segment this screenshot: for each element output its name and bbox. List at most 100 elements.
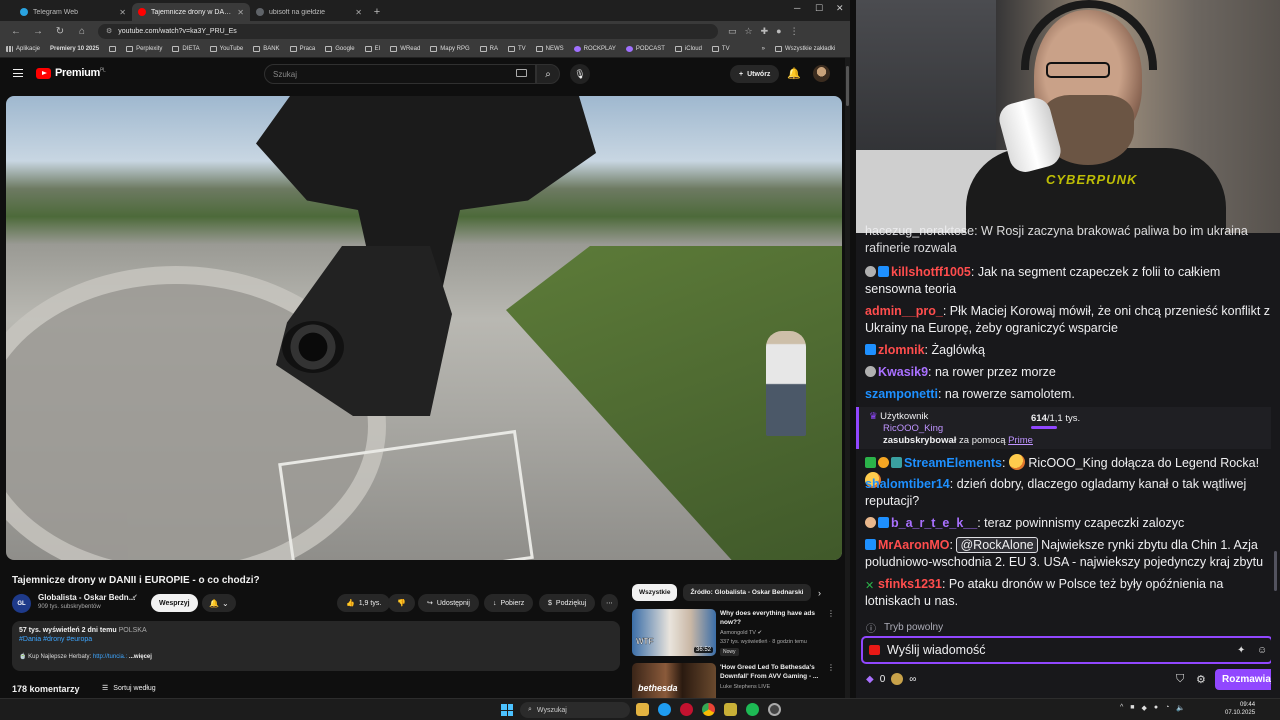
- channel-points[interactable]: ◆ 0 ∞: [866, 673, 916, 685]
- bookmark-praca[interactable]: Praca: [289, 46, 315, 52]
- create-button[interactable]: + Utwórz: [730, 65, 780, 83]
- tray-app-icon[interactable]: ◆: [1142, 704, 1147, 712]
- network-icon[interactable]: ◔: [1165, 704, 1169, 712]
- promo-link[interactable]: http://tuncia.:: [93, 654, 127, 660]
- file-explorer-icon[interactable]: [636, 703, 649, 716]
- edge-icon[interactable]: [658, 703, 671, 716]
- chat-username[interactable]: MrAaronMO: [878, 538, 950, 552]
- recommended-title[interactable]: 'How Greed Led To Bethesda's Downfall' F…: [720, 663, 820, 681]
- bookmark-tv-2[interactable]: TV: [711, 46, 730, 52]
- bookmark-icloud[interactable]: iCloud: [674, 46, 702, 52]
- bookmark-grid[interactable]: [109, 46, 117, 52]
- more-icon[interactable]: ⋮: [827, 663, 835, 672]
- chat-username[interactable]: sfinks1231: [878, 577, 942, 591]
- windows-start-icon[interactable]: [501, 704, 513, 716]
- taskbar-search[interactable]: ⌕ Wyszukaj: [520, 702, 630, 718]
- minimize-icon[interactable]: ─: [794, 3, 800, 13]
- bookmark-mapy-rpg[interactable]: Mapy RPG: [430, 46, 470, 52]
- prime-link[interactable]: Prime: [1008, 435, 1033, 446]
- show-more-button[interactable]: ...więcej: [129, 654, 152, 660]
- tray-app-icon[interactable]: ■: [1130, 704, 1134, 712]
- page-scrollbar[interactable]: [845, 58, 850, 698]
- hashtags[interactable]: #Dania #drony #europa: [19, 636, 613, 643]
- new-tab-button[interactable]: +: [368, 3, 386, 21]
- chat-username[interactable]: admin__pro_: [865, 304, 943, 318]
- recommended-video[interactable]: WTF 36:52 Why does everything have ads n…: [632, 609, 837, 661]
- bookmark-premiery[interactable]: Premiery 10 2025: [50, 46, 99, 52]
- chat-username[interactable]: zlomnik: [878, 343, 925, 357]
- volume-icon[interactable]: 🔈: [1176, 704, 1185, 712]
- sort-comments-button[interactable]: ☰ Sortuj według: [102, 684, 156, 693]
- more-actions-button[interactable]: ⋯: [601, 594, 618, 612]
- bookmark-bank[interactable]: BANK: [253, 46, 280, 52]
- address-bar[interactable]: ⚙ youtube.com/watch?v=ka3Y_PRU_Es: [98, 23, 718, 39]
- bookmark-rockplay[interactable]: ROCKPLAY: [573, 46, 616, 52]
- recommended-title[interactable]: Why does everything have ads now??: [720, 609, 820, 627]
- chat-username[interactable]: szamponetti: [865, 387, 938, 401]
- close-icon[interactable]: ✕: [237, 8, 244, 17]
- chat-scrollbar[interactable]: [1271, 233, 1280, 693]
- cast-icon[interactable]: ▭: [728, 26, 737, 37]
- extensions-icon[interactable]: ✚: [761, 26, 769, 37]
- voice-search-button[interactable]: 🎙: [570, 64, 590, 84]
- settings-gear-icon[interactable]: ⚙: [1196, 673, 1206, 686]
- hamburger-menu-icon[interactable]: [13, 69, 23, 77]
- chat-username[interactable]: StreamElements: [904, 456, 1002, 470]
- like-button[interactable]: 👍 1,9 tys.: [337, 594, 391, 612]
- bookmark-news[interactable]: NEWS: [535, 46, 564, 52]
- site-info-icon[interactable]: ⚙: [106, 27, 112, 35]
- bookmark-all[interactable]: Wszystkie zakładki: [774, 46, 835, 52]
- emote-picker-icon[interactable]: ☺: [1257, 645, 1267, 656]
- bits-icon[interactable]: ✦: [1237, 645, 1245, 656]
- youtube-logo[interactable]: PremiumPL: [36, 67, 106, 79]
- obs-icon[interactable]: [768, 703, 781, 716]
- bookmark-ei[interactable]: EI: [364, 46, 380, 52]
- share-button[interactable]: ↪ Udostępnij: [418, 594, 479, 612]
- chip-source[interactable]: Źródło: Globalista - Oskar Bednarski: [683, 584, 811, 601]
- video-description[interactable]: 57 tys. wyświetleń 2 dni temu POLSKA #Da…: [12, 621, 620, 671]
- search-input[interactable]: Szukaj: [264, 64, 536, 84]
- bookmark-apps[interactable]: Aplikacje: [6, 46, 40, 52]
- keyboard-icon[interactable]: [516, 69, 527, 77]
- taskbar-clock[interactable]: 09:44 07.10.2025: [1225, 701, 1255, 717]
- chrome-icon[interactable]: [702, 703, 715, 716]
- chat-username[interactable]: Kwasik9: [878, 365, 928, 379]
- notifications-bell-icon[interactable]: 🔔: [787, 67, 801, 80]
- tray-app-icon[interactable]: ●: [1154, 704, 1158, 712]
- bookmark-star-icon[interactable]: ☆: [745, 26, 753, 37]
- bookmark-dieta[interactable]: DIETA: [172, 46, 200, 52]
- bookmark-perplexity[interactable]: Perplexity: [126, 46, 162, 52]
- bookmark-tv[interactable]: TV: [507, 46, 526, 52]
- dislike-button[interactable]: 👎: [388, 594, 415, 612]
- bookmark-youtube[interactable]: YouTube: [209, 46, 243, 52]
- profile-icon[interactable]: ●: [776, 26, 781, 37]
- close-window-icon[interactable]: ✕: [836, 3, 844, 14]
- browser-tab-telegram[interactable]: Telegram Web ✕: [14, 3, 132, 21]
- opera-icon[interactable]: [680, 703, 693, 716]
- search-button[interactable]: ⌕: [536, 64, 560, 84]
- subscription-bell-button[interactable]: 🔔 ⌄: [202, 594, 236, 612]
- shield-icon[interactable]: ⛉: [1176, 673, 1184, 686]
- video-player[interactable]: [6, 96, 842, 560]
- bookmarks-overflow[interactable]: »: [762, 46, 765, 52]
- subscriber-name[interactable]: RicOOO_King: [883, 423, 943, 434]
- maximize-icon[interactable]: ☐: [815, 3, 823, 14]
- chevron-right-icon[interactable]: ›: [818, 588, 821, 598]
- menu-icon[interactable]: ⋮: [790, 26, 799, 37]
- chat-username[interactable]: shalomtiber14: [865, 477, 950, 491]
- bookmark-wread[interactable]: WRead: [390, 46, 420, 52]
- download-button[interactable]: ↓ Pobierz: [484, 594, 534, 612]
- video-thumbnail[interactable]: WTF 36:52: [632, 609, 716, 656]
- forward-icon[interactable]: →: [32, 26, 44, 37]
- back-icon[interactable]: ←: [10, 26, 22, 37]
- browser-tab-ubisoft[interactable]: ubisoft na giełdzie ✕: [250, 3, 368, 21]
- support-button[interactable]: Wesprzyj: [151, 594, 198, 612]
- chip-all[interactable]: Wszystkie: [632, 584, 678, 601]
- more-icon[interactable]: ⋮: [827, 609, 835, 618]
- chat-mention[interactable]: @RockAlone: [956, 537, 1038, 553]
- close-icon[interactable]: ✕: [119, 8, 126, 17]
- browser-tab-youtube[interactable]: Tajemnicze drony w DANII i ... ✕: [132, 3, 250, 21]
- bookmark-google[interactable]: Google: [325, 46, 355, 52]
- chat-input[interactable]: Wyślij wiadomość ✦ ☺: [861, 636, 1273, 664]
- avatar[interactable]: [813, 65, 830, 82]
